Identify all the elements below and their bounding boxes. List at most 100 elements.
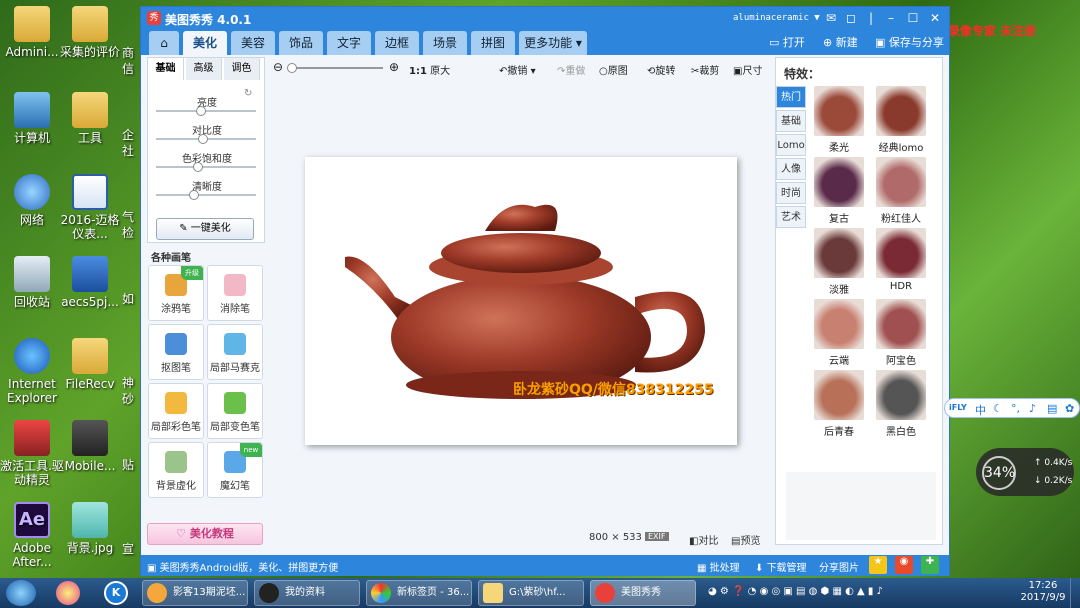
message-icon[interactable]: ✉ xyxy=(823,10,839,26)
effect-thumbnail[interactable]: 黑白色 xyxy=(874,370,928,438)
effect-thumbnail[interactable]: 后青春 xyxy=(812,370,866,438)
ifly-logo[interactable]: iFLY xyxy=(949,403,967,412)
pinned-app-icon[interactable] xyxy=(56,581,80,605)
zoom-slider[interactable] xyxy=(287,63,383,73)
brush-eraser[interactable]: 消除笔 xyxy=(207,265,263,321)
brightness-slider[interactable] xyxy=(156,106,256,116)
brush-background-blur[interactable]: 背景虚化 xyxy=(148,442,204,498)
one-key-beautify-button[interactable]: ✎ 一键美化 xyxy=(156,218,254,240)
desktop-icon-ie[interactable]: Internet Explorer xyxy=(0,338,64,405)
brush-mosaic[interactable]: 局部马赛克 xyxy=(207,324,263,380)
subtab-advanced[interactable]: 高级 xyxy=(186,58,222,80)
tray-icons[interactable]: ◕ ⚙ ❓ ◔ ◉ ◎ ▣ ▤ ◍ ⬢ ▦ ◐ ▲ ▮ ♪ xyxy=(708,586,883,597)
ime-mode-chinese[interactable]: 中 xyxy=(975,402,986,418)
brightness-knob[interactable] xyxy=(196,106,206,116)
brush-doodle[interactable]: 升级 涂鸦笔 xyxy=(148,265,204,321)
task-browser-tab[interactable]: 新标签页 - 36... xyxy=(366,580,472,606)
zoom-in-icon[interactable]: ⊕ xyxy=(389,60,399,74)
system-clock[interactable]: 17:26 2017/9/9 xyxy=(1020,580,1066,604)
effect-thumbnail[interactable]: 云端 xyxy=(812,299,866,367)
photo-canvas[interactable]: 卧龙紫砂QQ/微信838312255 xyxy=(305,157,737,445)
desktop-icon-computer[interactable]: 计算机 xyxy=(0,92,64,145)
brush-cutout[interactable]: 抠图笔 xyxy=(148,324,204,380)
desktop-icon-archive[interactable]: aecs5pj... xyxy=(58,256,122,309)
original-button[interactable]: ○原图 xyxy=(599,62,628,77)
desktop-icon-recycle-bin[interactable]: 回收站 xyxy=(0,256,64,309)
effect-thumbnail[interactable]: 阿宝色 xyxy=(874,299,928,367)
task-folder[interactable]: G:\紫砂\hf... xyxy=(478,580,584,606)
effect-thumbnail[interactable]: 淡雅 xyxy=(812,228,866,296)
sharpness-slider[interactable] xyxy=(156,190,256,200)
saturation-knob[interactable] xyxy=(193,162,203,172)
tab-border[interactable]: 边框 xyxy=(375,31,419,55)
maximize-icon[interactable]: ☐ xyxy=(905,10,921,26)
compare-button[interactable]: ◧对比 xyxy=(689,532,718,547)
task-meitu[interactable]: 美图秀秀 xyxy=(590,580,696,606)
desktop-icon-administrator[interactable]: Admini... xyxy=(0,6,64,59)
task-video-player[interactable]: 影客13期泥坯... xyxy=(142,580,248,606)
tab-more[interactable]: 更多功能 ▾ xyxy=(519,31,587,55)
start-button-icon[interactable] xyxy=(6,580,36,606)
desktop-icon-tools[interactable]: 工具 xyxy=(58,92,122,145)
punctuation-icon[interactable]: °, xyxy=(1011,402,1020,415)
minimize-icon[interactable]: – xyxy=(883,10,899,26)
user-account[interactable]: aluminaceramic ▼ xyxy=(733,13,820,23)
sharpness-knob[interactable] xyxy=(189,190,199,200)
skin-icon[interactable]: ◻ xyxy=(843,10,859,26)
contrast-knob[interactable] xyxy=(198,134,208,144)
zoom-out-icon[interactable]: ⊖ xyxy=(273,60,283,74)
fx-tab-fashion[interactable]: 时尚 xyxy=(776,182,806,204)
open-button[interactable]: ▭ 打开 xyxy=(769,34,805,50)
effect-thumbnail[interactable]: 复古 xyxy=(812,157,866,225)
tab-home[interactable]: ⌂ xyxy=(149,31,179,55)
task-my-profile[interactable]: 我的资料 xyxy=(254,580,360,606)
fx-tab-basic[interactable]: 基础 xyxy=(776,110,806,132)
desktop-icon-doc[interactable]: 2016-迈格仪表... xyxy=(58,174,122,241)
subtab-color[interactable]: 调色 xyxy=(224,58,260,80)
fx-tab-popular[interactable]: 热门 xyxy=(776,86,806,108)
keyboard-icon[interactable]: ▤ xyxy=(1047,402,1057,415)
brush-recolor[interactable]: 局部变色笔 xyxy=(207,383,263,439)
desktop-icon-bg-jpg[interactable]: 背景.jpg xyxy=(58,502,122,555)
crop-button[interactable]: ✂裁剪 xyxy=(691,62,719,77)
desktop-icon-network[interactable]: 网络 xyxy=(0,174,64,227)
settings-icon[interactable]: ✿ xyxy=(1065,402,1074,415)
rotate-button[interactable]: ⟲旋转 xyxy=(647,62,675,77)
weibo-icon[interactable]: ◉ xyxy=(895,556,913,574)
save-share-button[interactable]: ▣ 保存与分享 xyxy=(875,34,944,50)
effect-thumbnail[interactable]: 柔光 xyxy=(812,86,866,154)
download-manager-button[interactable]: ⬇ 下载管理 xyxy=(755,559,807,574)
desktop-icon-filerecv[interactable]: FileRecv xyxy=(58,338,122,391)
exif-button[interactable]: EXIF xyxy=(645,532,669,541)
desktop-icon-after-effects[interactable]: Ae Adobe After... xyxy=(0,502,64,569)
add-icon[interactable]: ✚ xyxy=(921,556,939,574)
preview-button[interactable]: ▤预览 xyxy=(731,532,760,547)
subtab-basic[interactable]: 基础 xyxy=(148,58,184,80)
show-desktop-button[interactable] xyxy=(1070,578,1080,608)
close-icon[interactable]: ✕ xyxy=(927,10,943,26)
new-button[interactable]: ⊕ 新建 xyxy=(823,34,858,50)
pinned-k-icon[interactable]: K xyxy=(104,581,128,605)
network-speed-widget[interactable]: 34% ↑ 0.4K/s ↓ 0.2K/s xyxy=(976,448,1074,496)
share-image-button[interactable]: 分享图片 xyxy=(819,559,859,574)
promo-link[interactable]: ▣ 美图秀秀Android版，美化、拼图更方便 xyxy=(147,559,338,574)
beautify-tutorial-button[interactable]: ♡ 美化教程 xyxy=(147,523,263,545)
desktop-icon-mobile[interactable]: Mobile... xyxy=(58,420,122,473)
batch-button[interactable]: ▦ 批处理 xyxy=(697,559,740,574)
moon-icon[interactable]: ☾ xyxy=(993,402,1003,415)
resize-button[interactable]: ▣尺寸 xyxy=(733,62,762,77)
redo-button[interactable]: ↷重做 xyxy=(557,62,585,77)
microphone-icon[interactable]: ♪ xyxy=(1029,402,1036,415)
actual-size-button[interactable]: 1:1 原大 xyxy=(409,62,450,77)
effect-thumbnail[interactable]: 粉红佳人 xyxy=(874,157,928,225)
fx-tab-portrait[interactable]: 人像 xyxy=(776,158,806,180)
desktop-icon-activator[interactable]: 激活工具.驱动精灵 xyxy=(0,420,64,487)
tab-beauty[interactable]: 美容 xyxy=(231,31,275,55)
fx-tab-art[interactable]: 艺术 xyxy=(776,206,806,228)
title-bar[interactable]: 秀 美图秀秀 4.0.1 aluminaceramic ▼ ✉ ◻ | – ☐ … xyxy=(141,7,949,29)
brush-local-color[interactable]: 局部彩色笔 xyxy=(148,383,204,439)
saturation-slider[interactable] xyxy=(156,162,256,172)
undo-button[interactable]: ↶撤销 ▾ xyxy=(499,62,536,77)
tab-collage[interactable]: 拼图 xyxy=(471,31,515,55)
effect-thumbnail[interactable]: 经典lomo xyxy=(874,86,928,154)
